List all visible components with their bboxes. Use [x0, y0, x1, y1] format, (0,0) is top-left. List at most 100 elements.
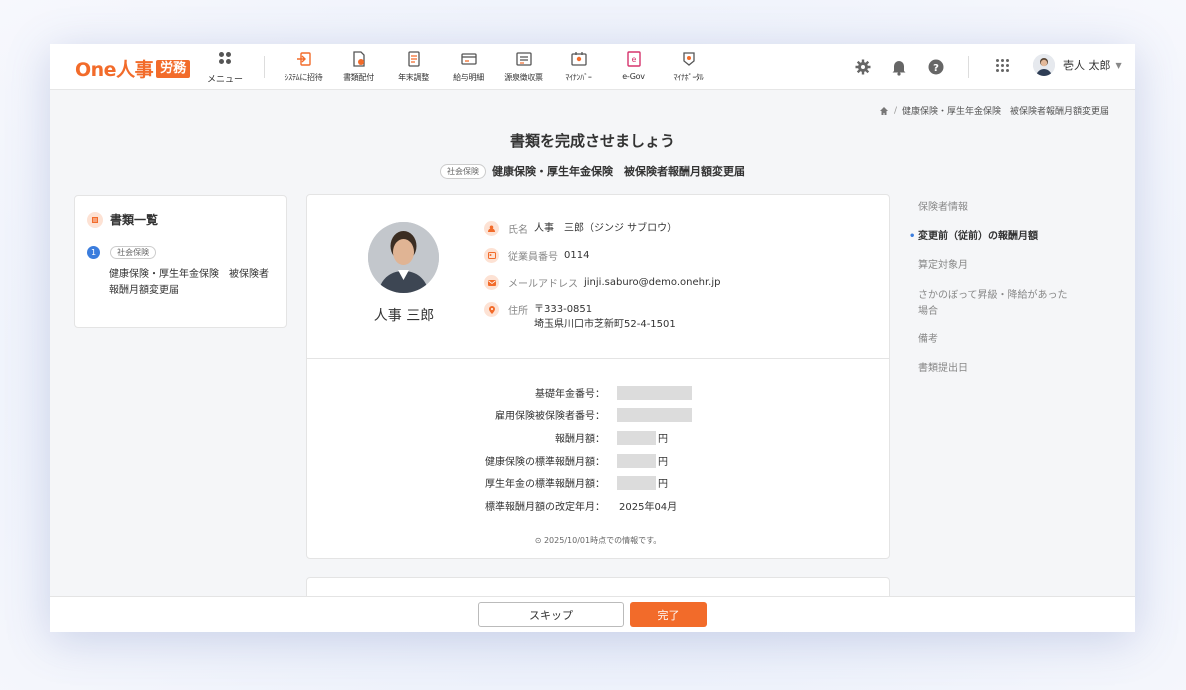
yen-unit: 円	[658, 479, 668, 490]
help-icon[interactable]: ?	[927, 58, 945, 76]
toc-item-remarks[interactable]: 備考	[918, 332, 938, 348]
employment-insurance-row: 雇用保険被保険者番号：	[307, 407, 889, 422]
nav-invite-label: ｼｽﾃﾑに招待	[284, 73, 323, 82]
name-row: 氏名 人事 三郎（ジンジ サブロウ）	[484, 221, 677, 236]
year-end-icon	[407, 51, 420, 67]
menu-grid-icon	[219, 52, 231, 64]
revision-value: 2025年04月	[619, 502, 678, 513]
employee-number-row: 従業員番号 0114	[484, 248, 589, 263]
document-list-panel: 書類一覧 1 社会保険 健康保険・厚生年金保険 被保険者報酬月額変更届	[74, 195, 287, 328]
revision-row: 標準報酬月額の改定年月： 2025年04月	[307, 498, 889, 513]
monthly-pay-label: 報酬月額：	[555, 434, 605, 445]
mynaportal-icon	[682, 52, 695, 66]
employee-number-value: 0114	[564, 250, 590, 261]
toc-item-retroactive[interactable]: さかのぼって昇級・降給があった場合	[918, 288, 1068, 320]
document-list-icon	[87, 211, 103, 228]
logo-text: One人事	[75, 59, 154, 81]
bell-icon[interactable]	[890, 58, 908, 76]
nav-payslip-label: 給与明細	[453, 73, 484, 82]
clock-icon: ⊙	[534, 536, 542, 545]
nav-mynaportal-label: ﾏｲﾅﾎﾟｰﾀﾙ	[673, 73, 704, 82]
card-divider	[307, 358, 889, 359]
nav-payslip[interactable]: 給与明細	[441, 50, 496, 83]
apps-grid-icon[interactable]	[996, 59, 1009, 72]
user-menu[interactable]: 壱人 太郎 ▼	[1033, 54, 1122, 76]
email-label: メールアドレス	[508, 279, 578, 290]
gear-icon[interactable]	[854, 58, 872, 76]
monthly-pay-field[interactable]	[617, 430, 656, 445]
done-button[interactable]: 完了	[630, 602, 707, 627]
health-standard-label: 健康保険の標準報酬月額：	[485, 457, 605, 468]
pension-standard-label: 厚生年金の標準報酬月額：	[485, 479, 605, 490]
logo-badge: 労務	[156, 59, 191, 78]
health-standard-field[interactable]	[617, 453, 656, 468]
nav-document-distribute[interactable]: 書類配付	[331, 50, 386, 83]
menu-button[interactable]: メニュー	[205, 52, 245, 86]
chevron-down-icon: ▼	[1115, 60, 1122, 70]
nav-egov-label: e-Gov	[622, 72, 645, 81]
app-logo[interactable]: One人事 労務	[75, 55, 191, 82]
location-pin-icon	[484, 302, 499, 317]
skip-button[interactable]: スキップ	[478, 602, 624, 627]
nav-mynumber[interactable]: ﾏｲﾅﾝﾊﾞｰ	[551, 50, 606, 83]
email-row: メールアドレス jinji.saburo@demo.onehr.jp	[484, 275, 720, 290]
egov-icon: e	[626, 51, 641, 67]
category-tag: 社会保険	[440, 163, 486, 179]
toc-item-target-months[interactable]: 算定対象月	[918, 258, 968, 274]
toc-item-submission-date[interactable]: 書類提出日	[918, 361, 968, 377]
menu-label: メニュー	[206, 75, 243, 85]
revision-label: 標準報酬月額の改定年月：	[485, 502, 605, 513]
name-label: 氏名	[508, 225, 528, 236]
avatar	[1033, 54, 1055, 76]
employment-insurance-field[interactable]	[617, 407, 692, 422]
nav-year-end[interactable]: 年末調整	[386, 50, 441, 83]
pension-standard-row: 厚生年金の標準報酬月額： 円	[307, 475, 889, 490]
info-note: ⊙ 2025/10/01時点での情報です。	[307, 535, 889, 546]
page-subtitle: 社会保険 健康保険・厚生年金保険 被保険者報酬月額変更届	[50, 163, 1135, 179]
monthly-pay-row: 報酬月額： 円	[307, 430, 889, 445]
toc-item-previous-pay[interactable]: 変更前（従前）の報酬月額	[909, 229, 1038, 245]
employee-photo	[368, 222, 439, 293]
pension-standard-field[interactable]	[617, 475, 656, 490]
header-divider	[264, 56, 265, 78]
pension-number-row: 基礎年金番号：	[307, 385, 889, 400]
address-line: 埼玉県川口市芝新町52-4-1501	[534, 319, 676, 330]
pension-number-label: 基礎年金番号：	[535, 389, 605, 400]
employee-display-name: 人事 三郎	[373, 308, 435, 324]
nav-withholding[interactable]: 源泉徴収票	[496, 50, 551, 83]
health-standard-row: 健康保険の標準報酬月額： 円	[307, 453, 889, 468]
nav-invite[interactable]: ｼｽﾃﾑに招待	[276, 50, 331, 83]
yen-unit: 円	[658, 457, 668, 468]
nav-mynaportal[interactable]: ﾏｲﾅﾎﾟｰﾀﾙ	[661, 50, 716, 83]
yen-unit: 円	[658, 434, 668, 445]
email-value: jinji.saburo@demo.onehr.jp	[584, 277, 721, 288]
svg-text:e: e	[631, 55, 636, 64]
employment-insurance-label: 雇用保険被保険者番号：	[495, 411, 605, 422]
id-card-icon	[484, 248, 499, 263]
address-row: 住所 〒333-0851 埼玉県川口市芝新町52-4-1501	[484, 302, 676, 332]
breadcrumb-separator: /	[893, 105, 897, 116]
top-header: One人事 労務 メニュー ｼｽﾃﾑに招待 書類配付 年末調整 給与明細 源泉徴…	[50, 44, 1135, 90]
user-name: 壱人 太郎	[1063, 59, 1111, 72]
employee-number-label: 従業員番号	[508, 252, 558, 263]
pension-number-field[interactable]	[617, 385, 692, 400]
nav-egov[interactable]: e e-Gov	[606, 50, 661, 83]
list-item[interactable]: 1 社会保険 健康保険・厚生年金保険 被保険者報酬月額変更届	[87, 242, 277, 299]
name-value: 人事 三郎（ジンジ サブロウ）	[534, 223, 678, 234]
mail-icon	[484, 275, 499, 290]
info-note-text: 2025/10/01時点での情報です。	[543, 536, 662, 545]
person-icon	[484, 221, 499, 236]
invite-icon	[296, 52, 311, 66]
breadcrumb: / 健康保険・厚生年金保険 被保険者報酬月額変更届	[879, 104, 1109, 117]
breadcrumb-current: 健康保険・厚生年金保険 被保険者報酬月額変更届	[901, 107, 1109, 117]
home-icon[interactable]	[879, 106, 889, 116]
nav-mynumber-label: ﾏｲﾅﾝﾊﾞｰ	[565, 73, 592, 82]
toc-item-insurer-info[interactable]: 保険者情報	[918, 200, 968, 216]
nav-withholding-label: 源泉徴収票	[504, 73, 543, 82]
document-list-title: 書類一覧	[110, 213, 159, 227]
document-distribute-icon	[352, 51, 365, 67]
nav-year-end-label: 年末調整	[398, 73, 429, 82]
address-label: 住所	[508, 306, 528, 317]
quick-nav: ｼｽﾃﾑに招待 書類配付 年末調整 給与明細 源泉徴収票 ﾏｲﾅﾝﾊﾞｰ e e…	[276, 50, 716, 83]
mynumber-icon	[570, 52, 587, 66]
